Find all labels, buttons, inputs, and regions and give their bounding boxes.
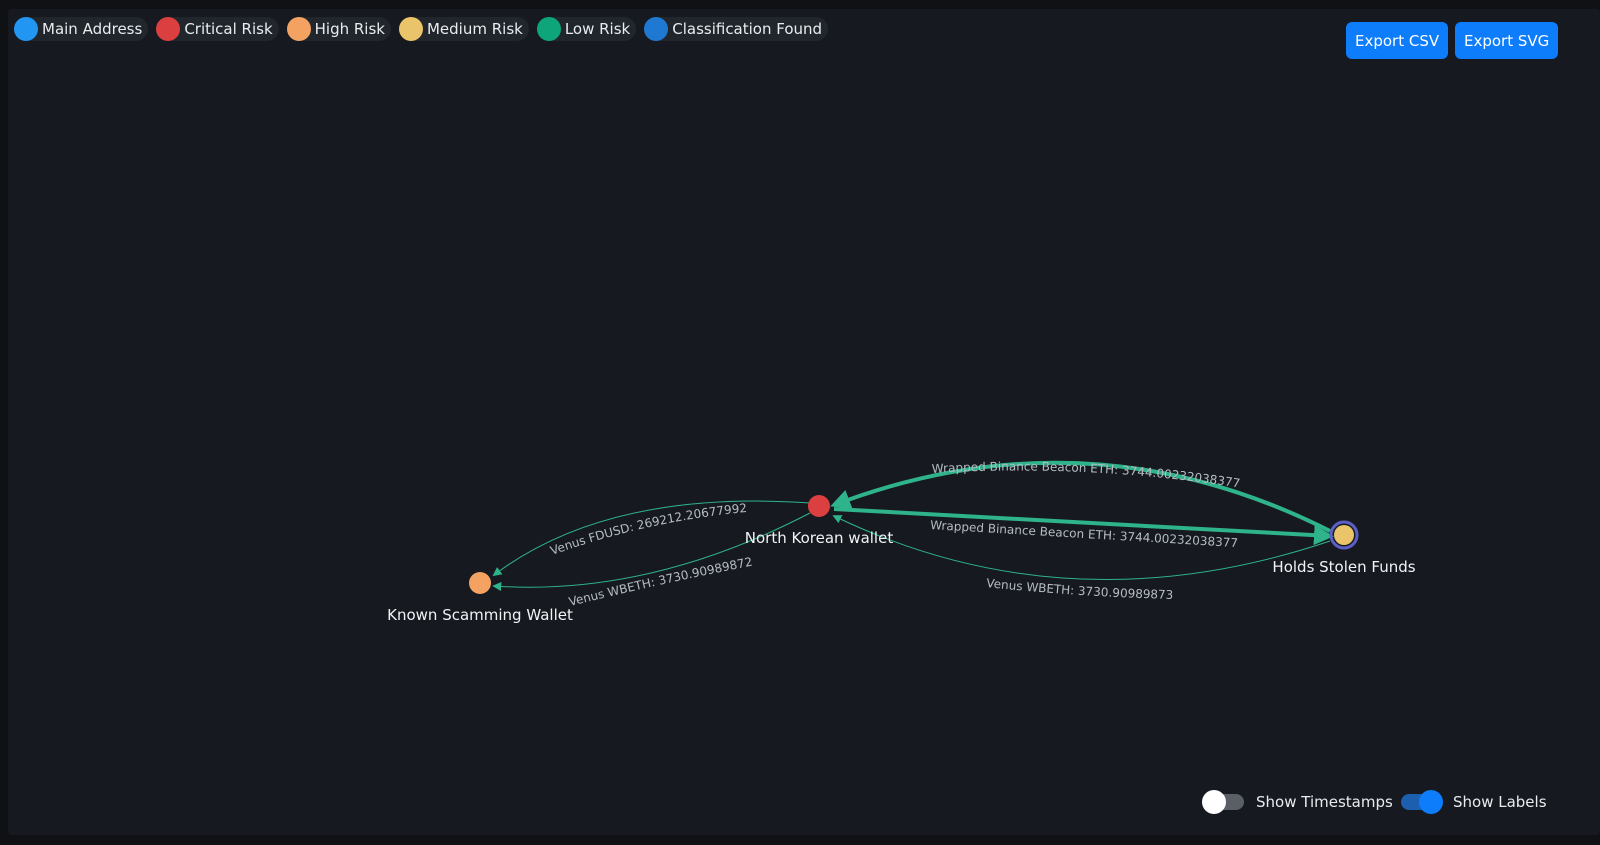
show-timestamps-label: Show Timestamps	[1256, 793, 1393, 811]
legend-item-classification-found: Classification Found	[644, 17, 829, 41]
legend-label: Critical Risk	[184, 20, 273, 38]
legend-dot	[156, 17, 181, 41]
node-circle-high[interactable]	[469, 572, 491, 594]
edge-label: Venus WBETH: 3730.90989873	[986, 576, 1174, 602]
legend-label: Main Address	[42, 20, 143, 38]
export-csv-button[interactable]: Export CSV	[1346, 22, 1449, 59]
node-circle-medium[interactable]	[1334, 525, 1354, 545]
node-known-scamming-wallet[interactable]: Known Scamming Wallet	[387, 572, 573, 624]
node-north-korean-wallet[interactable]: North Korean wallet	[745, 495, 894, 547]
legend-item-low-risk: Low Risk	[536, 17, 637, 41]
export-svg-button[interactable]: Export SVG	[1455, 22, 1559, 59]
transaction-graph[interactable]: Wrapped Binance Beacon ETH: 3744.0023203…	[8, 9, 1600, 835]
show-timestamps-toggle[interactable]	[1202, 790, 1244, 814]
legend-label: High Risk	[314, 20, 385, 38]
edge-label: Wrapped Binance Beacon ETH: 3744.0023203…	[8, 9, 1241, 490]
legend-item-critical-risk: Critical Risk	[156, 17, 279, 41]
edge-label: Venus WBETH: 3730.90989872	[567, 555, 753, 609]
node-circle-critical[interactable]	[808, 495, 830, 517]
node-holds-stolen-funds[interactable]: Holds Stolen Funds	[1272, 520, 1416, 576]
legend-dot	[644, 17, 669, 41]
legend-label: Classification Found	[672, 20, 823, 38]
legend-item-main-address: Main Address	[14, 17, 149, 41]
edge-hs-nk-venus-wbeth[interactable]	[832, 515, 1331, 581]
toggle-knob	[1202, 790, 1226, 814]
show-labels-control[interactable]: Show Labels	[1401, 790, 1547, 814]
show-labels-toggle[interactable]	[1401, 790, 1443, 814]
node-label: Holds Stolen Funds	[1272, 558, 1415, 576]
legend-label: Medium Risk	[426, 20, 523, 38]
legend-dot	[536, 17, 561, 41]
legend-item-medium-risk: Medium Risk	[398, 17, 529, 41]
legend-dot	[14, 17, 38, 41]
edge-labels: Wrapped Binance Beacon ETH: 3744.0023203…	[8, 9, 1241, 609]
legend-dot	[286, 17, 311, 41]
risk-legend: Main Address Critical Risk High Risk Med…	[14, 17, 829, 41]
toggle-knob	[1419, 790, 1443, 814]
legend-dot	[398, 17, 423, 41]
show-timestamps-control[interactable]: Show Timestamps	[1202, 790, 1393, 814]
node-label: Known Scamming Wallet	[387, 606, 573, 624]
graph-panel: Wrapped Binance Beacon ETH: 3744.0023203…	[8, 9, 1600, 835]
node-label: North Korean wallet	[745, 529, 894, 547]
legend-item-high-risk: High Risk	[286, 17, 391, 41]
legend-label: Low Risk	[564, 20, 631, 38]
show-labels-label: Show Labels	[1453, 793, 1547, 811]
